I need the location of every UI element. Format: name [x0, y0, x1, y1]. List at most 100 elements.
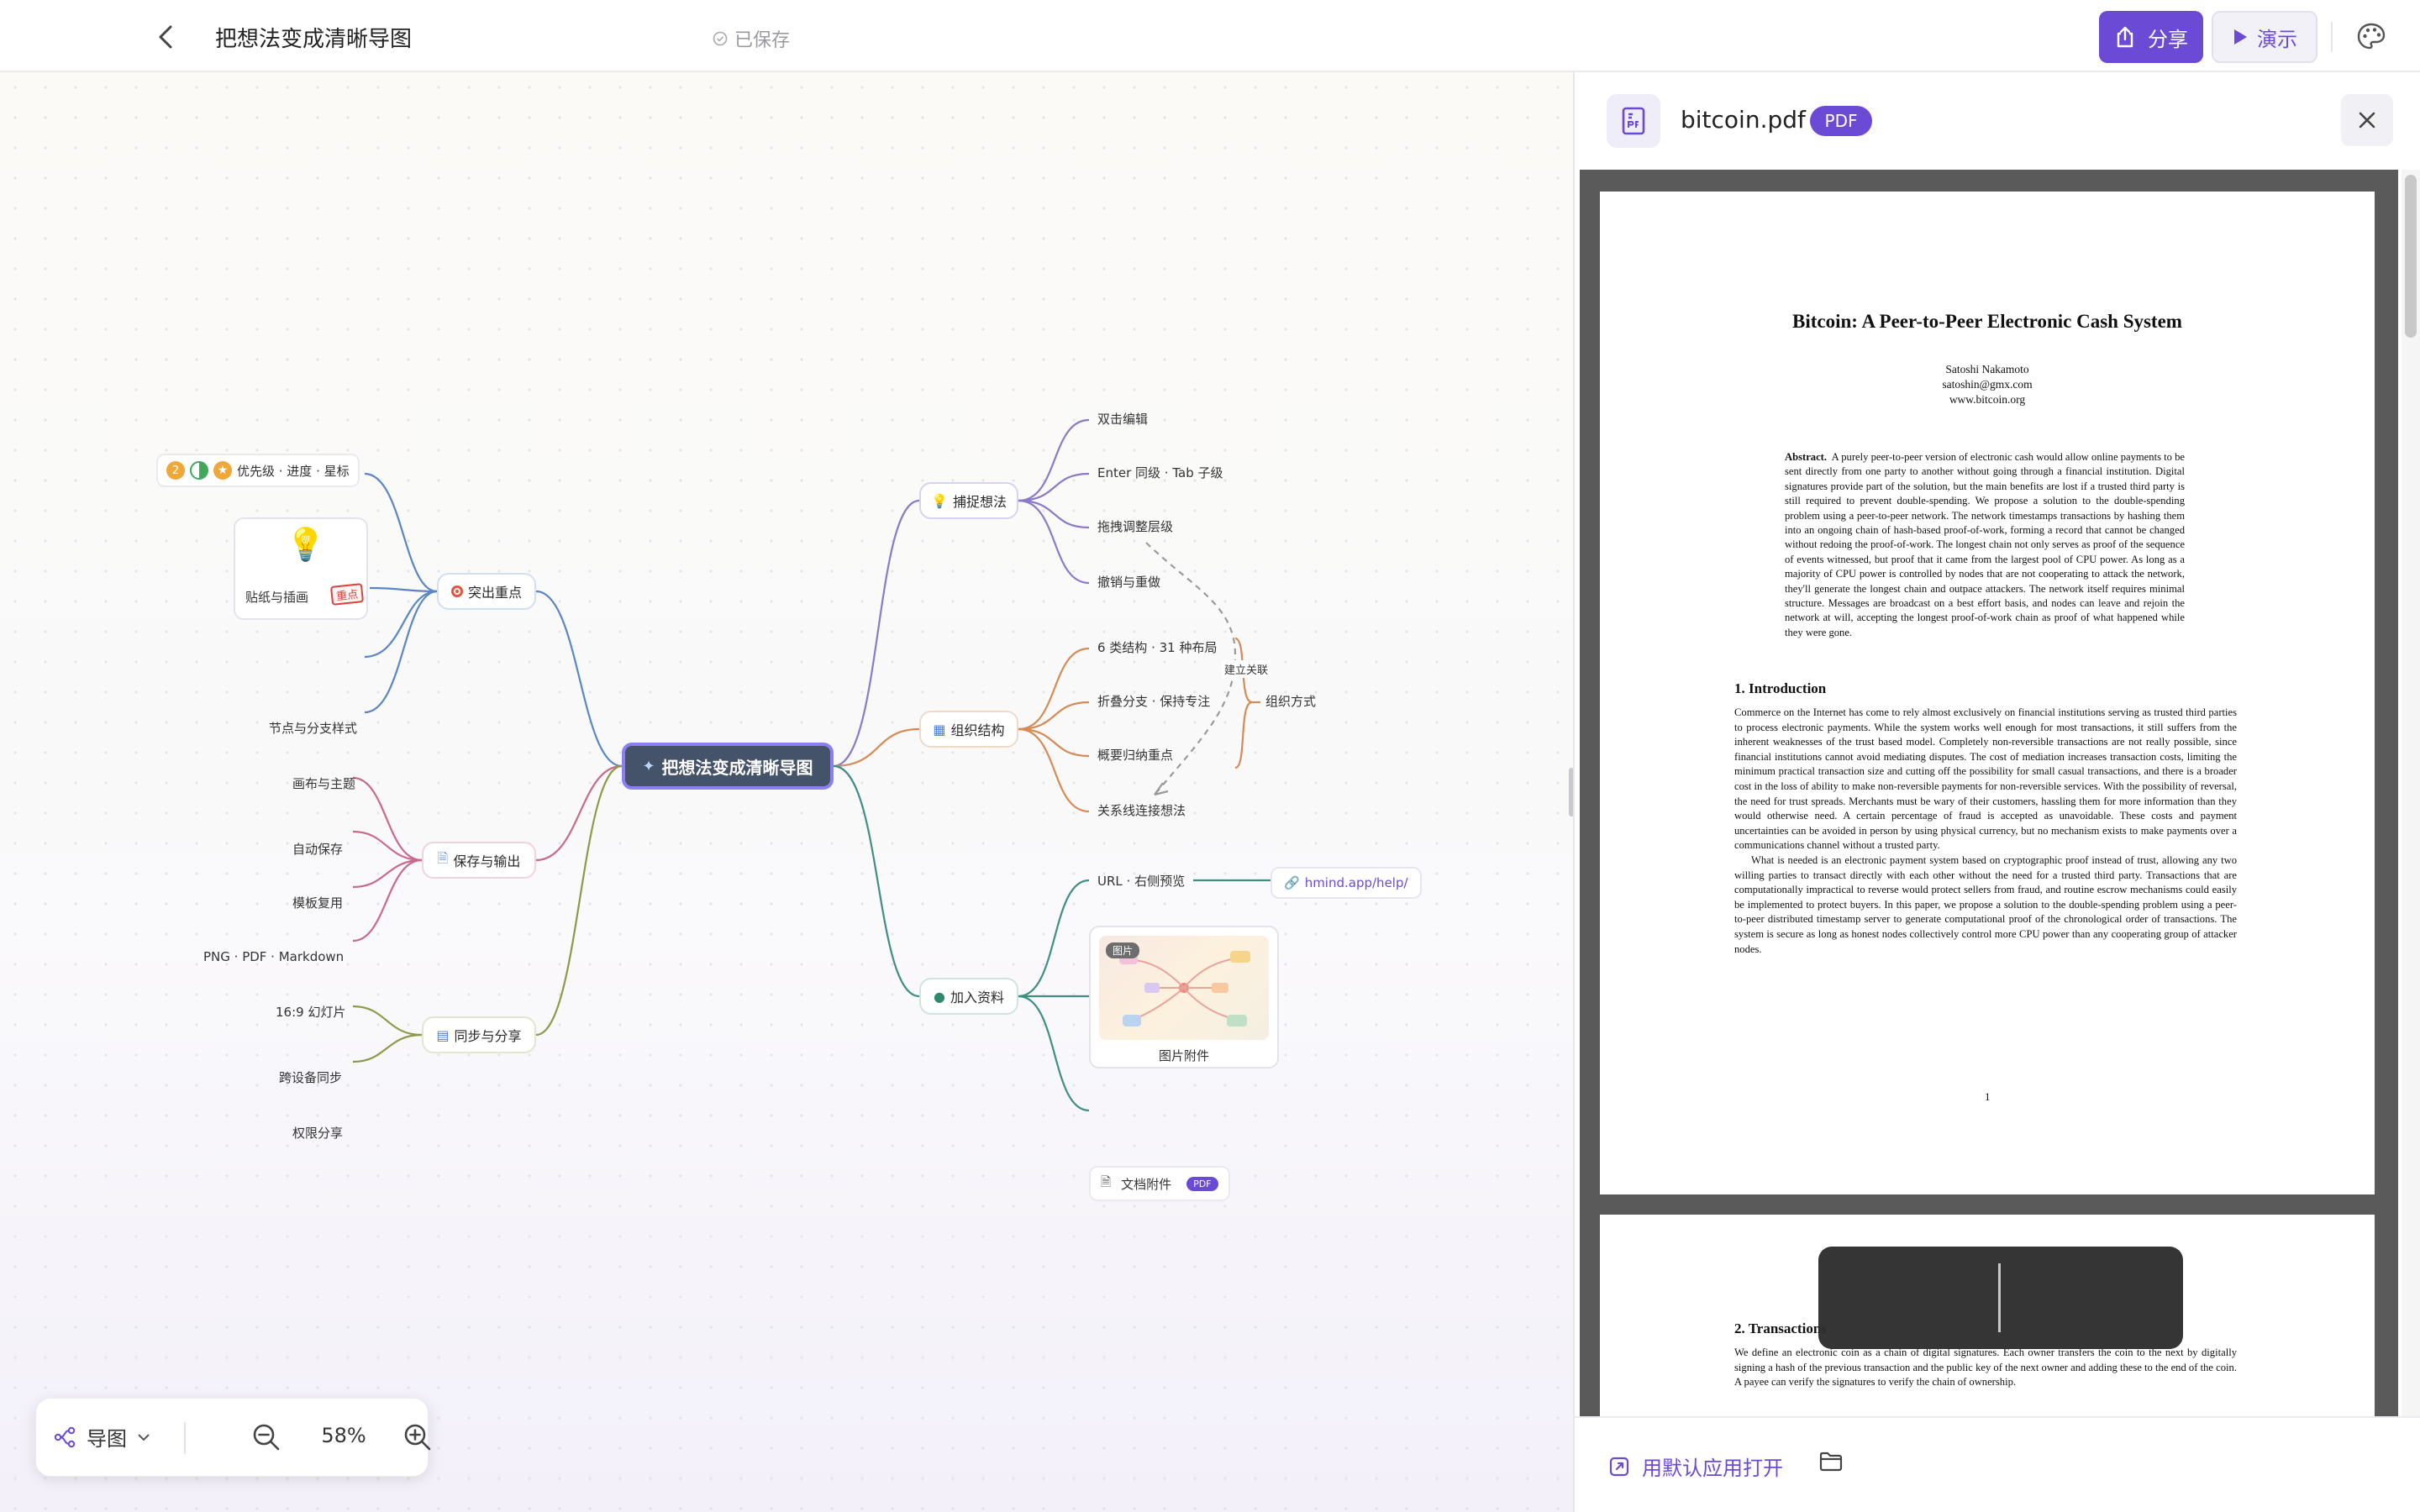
calendar-icon: ▤: [436, 1026, 450, 1043]
leaf-undo-redo[interactable]: 撤销与重做: [1097, 573, 1160, 591]
branch-highlight-label: 突出重点: [467, 585, 522, 601]
pdf-viewer[interactable]: Bitcoin: A Peer-to-Peer Electronic Cash …: [1580, 170, 2398, 1416]
branch-save-label: 保存与输出: [453, 853, 521, 869]
share-icon: [2117, 26, 2133, 48]
present-button[interactable]: 演示: [2212, 11, 2317, 63]
branch-capture[interactable]: 💡 捕捉想法: [919, 482, 1018, 519]
doc-attachment[interactable]: 🗎 文档附件 PDF: [1089, 1166, 1230, 1201]
paper-site: www.bitcoin.org: [1949, 393, 2026, 406]
view-mode-dropdown[interactable]: 导图: [53, 1422, 150, 1452]
doc-attachment-label: 文档附件: [1121, 1176, 1172, 1192]
paper-title: Bitcoin: A Peer-to-Peer Electronic Cash …: [1792, 311, 2182, 332]
zoom-in-button[interactable]: [401, 1420, 434, 1457]
image-tag: 图片: [1106, 942, 1140, 958]
relation-label-text: 建立关联: [1224, 664, 1269, 677]
paper-abstract: Abstract. A purely peer-to-peer version …: [1785, 450, 2185, 640]
document-title[interactable]: 把想法变成清晰导图: [215, 22, 412, 53]
save-status-text: 已保存: [734, 30, 791, 51]
present-label: 演示: [2257, 27, 2297, 51]
sticker-card[interactable]: 💡 贴纸与插画 重点: [234, 517, 368, 620]
section-2-heading: 2. Transactions: [1734, 1320, 1827, 1336]
leaf-canvas-theme[interactable]: 画布与主题: [292, 774, 355, 792]
star-marker-icon: ★: [213, 461, 232, 480]
pdf-document-icon: [1622, 107, 1645, 135]
branch-capture-label: 捕捉想法: [952, 494, 1007, 510]
target-icon: [450, 585, 463, 597]
leaf-label: 概要归纳重点: [1097, 748, 1174, 763]
leaf-markers[interactable]: 2 ★ 优先级 · 进度 · 星标: [156, 454, 360, 487]
leaf-permission-share[interactable]: 权限分享: [292, 1124, 343, 1142]
pdf-scrollbar[interactable]: [2402, 170, 2420, 1416]
lightbulb-icon: 💡: [931, 492, 948, 509]
mindmap-canvas[interactable]: ✦ 把想法变成清晰导图 💡 捕捉想法 双击编辑 Enter 同级 · Tab 子…: [0, 72, 1573, 1512]
lightbulb-sticker-icon: 💡: [286, 526, 326, 563]
leaf-template[interactable]: 模板复用: [292, 894, 343, 911]
leaf-label: 6 类结构 · 31 种布局: [1097, 640, 1218, 655]
relation-label[interactable]: 建立关联: [1222, 660, 1271, 678]
leaf-label: 折叠分支 · 保持专注: [1097, 694, 1211, 709]
show-in-folder-button[interactable]: [1818, 1450, 1844, 1477]
image-thumbnail: 图片: [1099, 936, 1269, 1040]
leaf-label: PNG · PDF · Markdown: [203, 949, 345, 964]
pdf-scrollbar-thumb[interactable]: [2405, 175, 2417, 338]
leaf-summary[interactable]: 概要归纳重点: [1097, 746, 1173, 764]
branch-materials[interactable]: ● 加入资料: [919, 978, 1018, 1015]
section-1-heading: 1. Introduction: [1734, 680, 1827, 696]
branch-highlight[interactable]: 突出重点: [437, 573, 536, 610]
leaf-label: 16:9 幻灯片: [276, 1005, 346, 1020]
branch-organize-label: 组织结构: [950, 722, 1005, 738]
external-open-icon: [1609, 1457, 1629, 1476]
leaf-enter-tab[interactable]: Enter 同级 · Tab 子级: [1097, 464, 1223, 481]
chevron-down-icon: [138, 1433, 150, 1441]
branch-organize[interactable]: ▦ 组织结构: [919, 711, 1018, 748]
paper-email: satoshin@gmx.com: [1942, 378, 2033, 391]
globe-icon: ●: [934, 988, 945, 1005]
leaf-collapse-focus[interactable]: 折叠分支 · 保持专注: [1097, 692, 1210, 710]
leaf-node-style[interactable]: 节点与分支样式: [269, 719, 357, 737]
leaf-label: URL · 右侧预览: [1097, 874, 1186, 889]
chevron-left-icon: [159, 25, 172, 49]
abstract-text: A purely peer-to-peer version of electro…: [1785, 451, 2185, 638]
close-panel-button[interactable]: [2341, 94, 2393, 146]
leaf-export-formats[interactable]: PNG · PDF · Markdown: [203, 949, 344, 964]
paper-author: Satoshi Nakamoto: [1945, 363, 2029, 375]
zoom-out-button[interactable]: [250, 1420, 283, 1457]
zoom-level[interactable]: 58%: [285, 1424, 402, 1447]
leaf-relationship-lines[interactable]: 关系线连接想法: [1097, 801, 1186, 819]
sticker-label: 贴纸与插画: [245, 590, 309, 605]
share-button[interactable]: 分享: [2099, 11, 2203, 63]
leaf-drag-reorder[interactable]: 拖拽调整层级: [1097, 517, 1173, 535]
mindmap-mode-icon: [54, 1426, 76, 1447]
image-attachment-card[interactable]: 图片 图片附件: [1089, 926, 1279, 1068]
page-number: 1: [1985, 1090, 1991, 1103]
overlay-caret: [1998, 1263, 2001, 1332]
leaf-structures-layouts[interactable]: 6 类结构 · 31 种布局: [1097, 638, 1217, 656]
sparkle-icon: ✦: [642, 757, 655, 775]
leaf-label: Enter 同级 · Tab 子级: [1097, 465, 1223, 480]
leaf-label: 撤销与重做: [1097, 575, 1161, 590]
document-icon: 🗎: [1101, 1173, 1112, 1189]
branch-sync[interactable]: ▤ 同步与分享: [422, 1016, 536, 1053]
summary-organize-method[interactable]: 组织方式: [1265, 692, 1316, 710]
back-button[interactable]: [148, 18, 185, 55]
theme-palette-button[interactable]: [2353, 18, 2390, 55]
branch-sync-label: 同步与分享: [454, 1028, 522, 1044]
leaf-url-preview[interactable]: URL · 右侧预览: [1097, 872, 1185, 890]
link-chip[interactable]: 🔗 hmind.app/help/: [1270, 867, 1422, 899]
zoom-in-icon: [404, 1424, 431, 1451]
leaf-double-click-edit[interactable]: 双击编辑: [1097, 410, 1148, 428]
leaf-label: 双击编辑: [1097, 412, 1149, 427]
save-status: 已保存: [713, 25, 790, 52]
branch-save[interactable]: 🗎 保存与输出: [422, 842, 536, 879]
doc-pdf-badge: PDF: [1186, 1176, 1218, 1191]
leaf-autosave[interactable]: 自动保存: [292, 840, 343, 858]
folder-icon: [1819, 1452, 1843, 1472]
open-with-default-app-button[interactable]: 用默认应用打开: [1608, 1452, 1783, 1481]
palette-icon: [2357, 23, 2386, 50]
central-topic[interactable]: ✦ 把想法变成清晰导图: [622, 743, 834, 790]
leaf-label: 关系线连接想法: [1097, 803, 1186, 818]
file-type-badge: PDF: [1810, 106, 1872, 136]
priority-marker-icon: 2: [166, 461, 185, 480]
leaf-slides[interactable]: 16:9 幻灯片: [276, 1003, 345, 1021]
leaf-cross-device-sync[interactable]: 跨设备同步: [279, 1068, 342, 1086]
